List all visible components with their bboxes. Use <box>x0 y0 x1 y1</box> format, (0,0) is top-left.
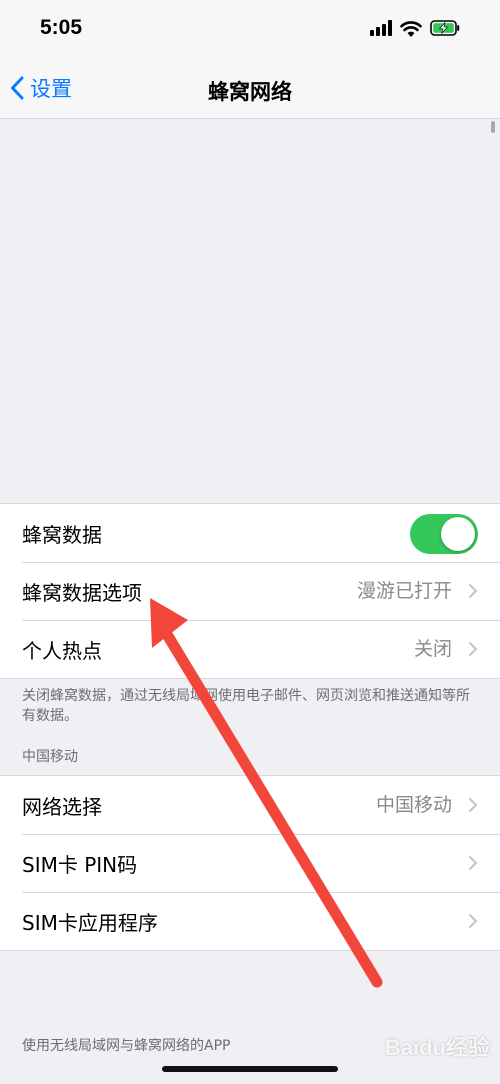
row-label: SIM卡应用程序 <box>22 910 158 935</box>
cellular-footer-note: 关闭蜂窝数据，通过无线局域网使用电子邮件、网页浏览和推送通知等所有数据。 <box>22 688 470 724</box>
chevron-right-icon <box>469 856 477 870</box>
toggle-knob <box>441 517 475 551</box>
row-label: 网络选择 <box>22 794 102 819</box>
row-label: SIM卡 PIN码 <box>22 852 138 877</box>
status-time: 5:05 <box>40 16 83 39</box>
carrier-settings-group: 网络选择 中国移动 SIM卡 PIN码 SIM卡应用程序 <box>0 775 500 951</box>
signal-icon <box>370 20 392 36</box>
baidu-watermark: Baidu经验 <box>384 1035 490 1060</box>
chevron-right-icon <box>469 584 477 598</box>
home-indicator[interactable] <box>162 1066 338 1072</box>
chevron-right-icon <box>469 798 477 812</box>
row-value: 漫游已打开 <box>356 580 452 602</box>
chevron-right-icon <box>469 914 477 928</box>
personal-hotspot-row[interactable]: 个人热点 关闭 <box>0 620 500 678</box>
row-value: 关闭 <box>413 638 452 660</box>
carrier-section-header: 中国移动 <box>22 749 78 765</box>
cellular-data-options-row[interactable]: 蜂窝数据选项 漫游已打开 <box>0 562 500 620</box>
wifi-icon <box>400 21 422 37</box>
row-label: 蜂窝数据 <box>22 522 102 547</box>
cellular-settings-group: 蜂窝数据 蜂窝数据选项 漫游已打开 个人热点 关闭 <box>0 503 500 679</box>
sim-pin-row[interactable]: SIM卡 PIN码 <box>0 834 500 892</box>
chevron-right-icon <box>469 642 477 656</box>
network-selection-row[interactable]: 网络选择 中国移动 <box>0 776 500 834</box>
row-label: 个人热点 <box>22 638 102 663</box>
battery-charging-icon <box>430 20 460 36</box>
sim-applications-row[interactable]: SIM卡应用程序 <box>0 892 500 950</box>
status-bar: 5:05 <box>0 0 500 60</box>
page-title: 蜂窝网络 <box>208 80 292 104</box>
scroll-indicator[interactable] <box>491 121 495 133</box>
navigation-bar: 设置 蜂窝网络 <box>0 60 500 119</box>
row-value: 中国移动 <box>375 794 452 816</box>
cellular-data-row: 蜂窝数据 <box>0 504 500 562</box>
row-label: 蜂窝数据选项 <box>22 580 142 605</box>
cellular-data-toggle[interactable] <box>410 514 478 554</box>
